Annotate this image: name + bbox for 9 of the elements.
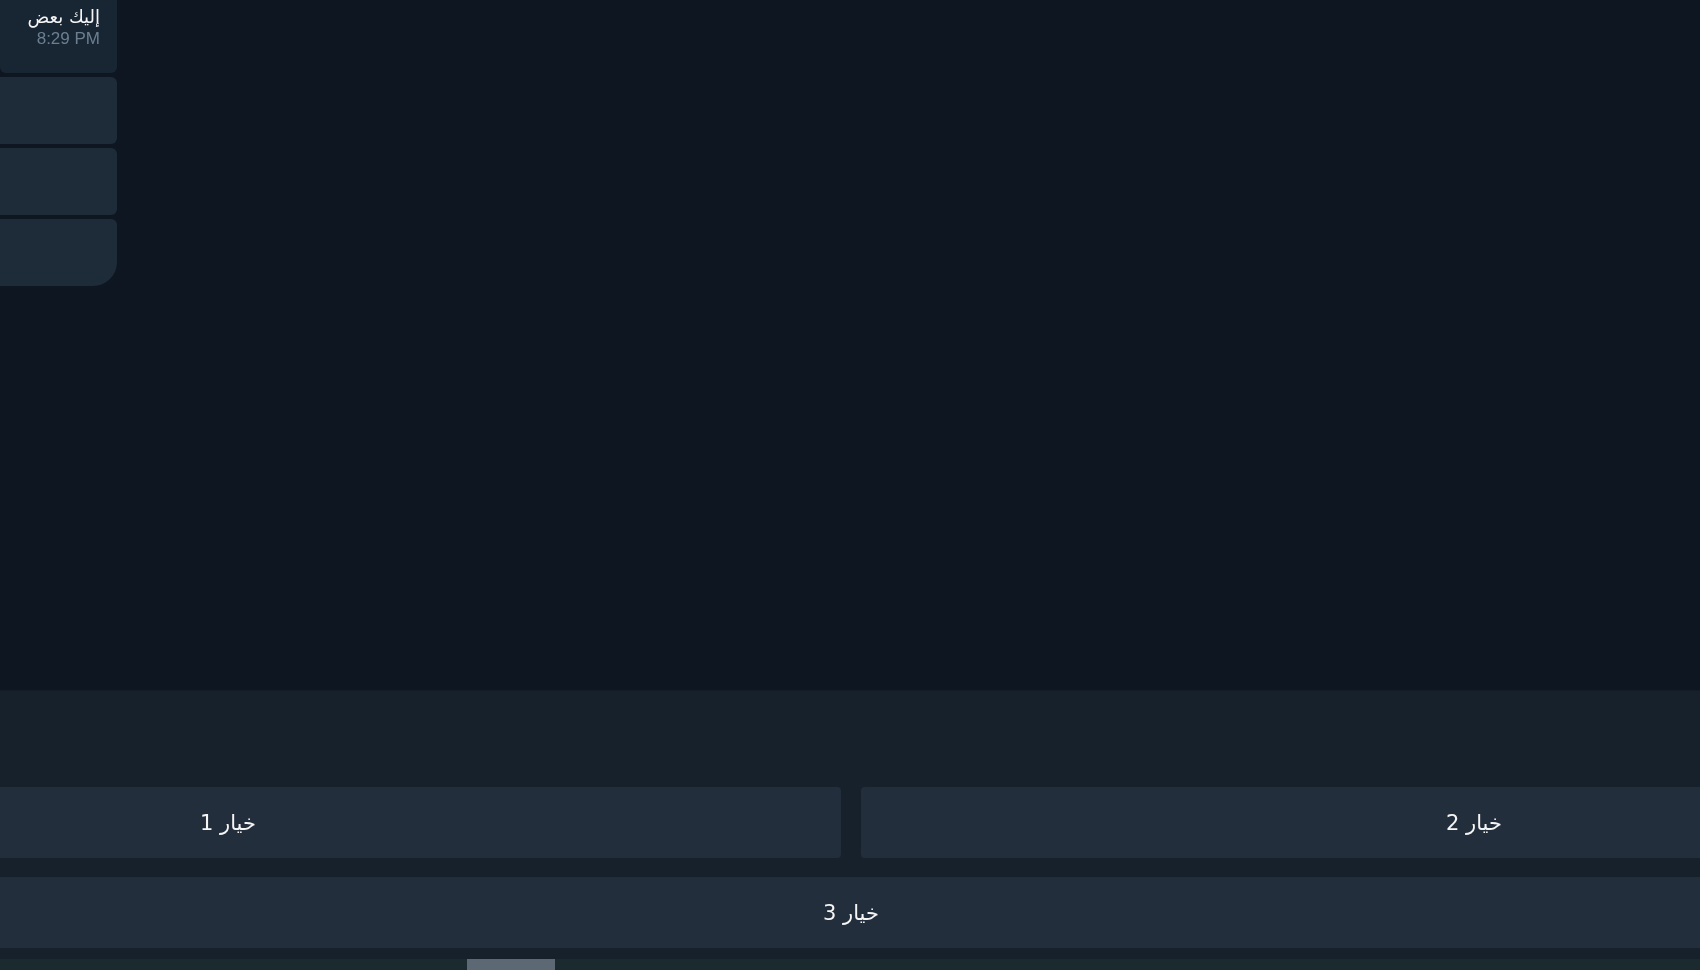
scroll-bar[interactable] [0,959,1700,970]
inline-button[interactable] [0,77,117,144]
message-time: 8:29 PM [36,29,100,49]
message-text: إليك بعض [27,6,100,27]
inline-button[interactable] [0,148,117,215]
keyboard-button[interactable]: خيار 2 [861,787,1700,858]
keyboard-button[interactable]: خيار 1 [0,787,841,858]
keyboard-button[interactable]: خيار 3 [0,877,1700,948]
inline-button[interactable] [0,219,117,286]
